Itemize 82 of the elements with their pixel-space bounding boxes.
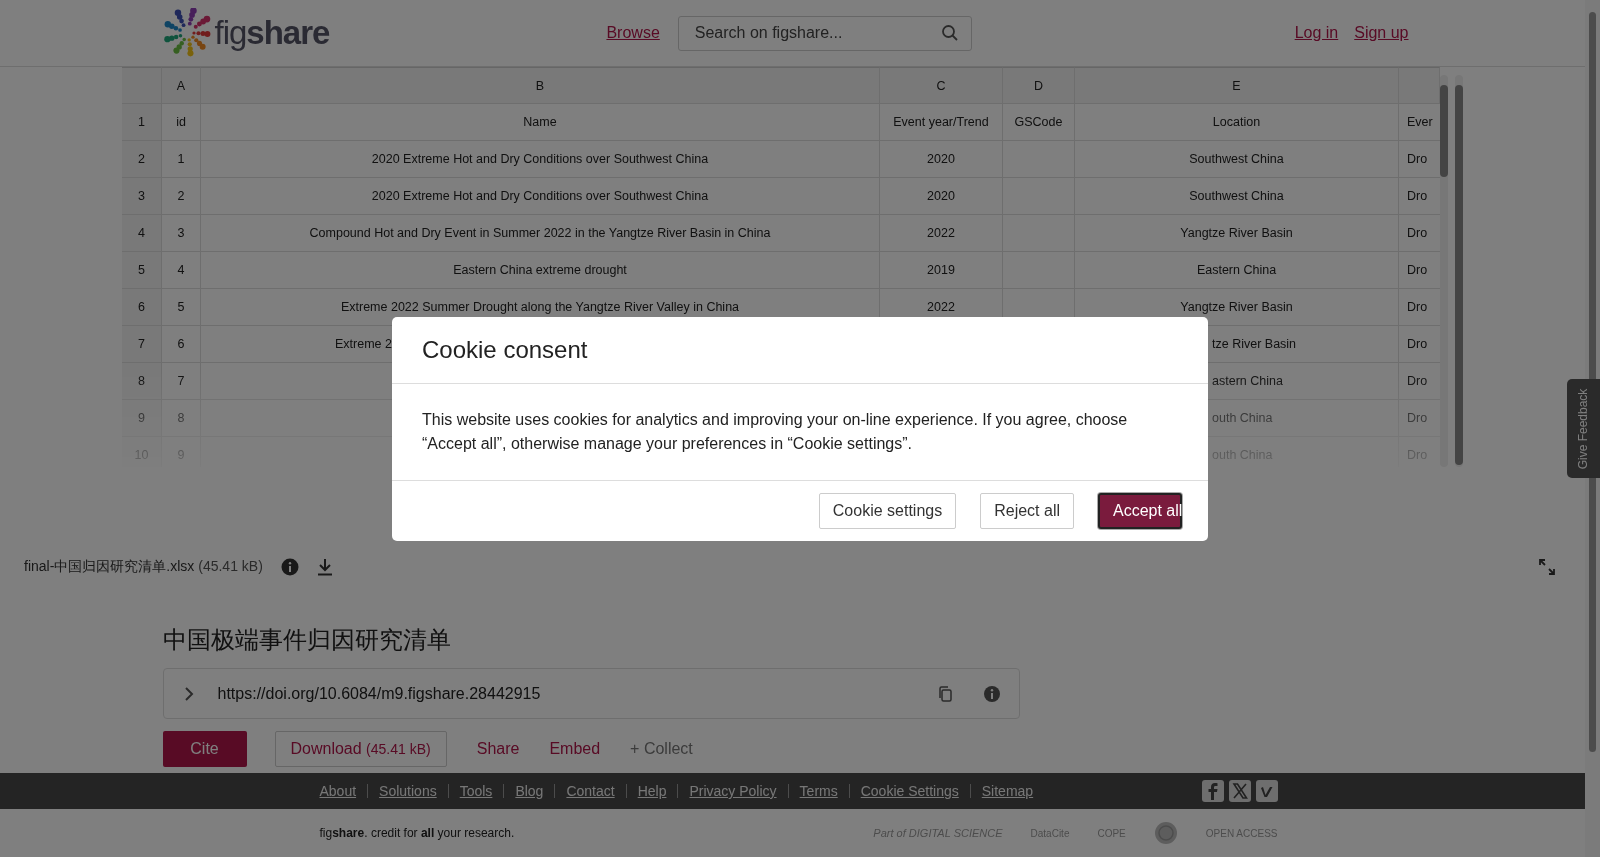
feedback-tab[interactable]: Give Feedback xyxy=(1567,379,1600,478)
row-header: 5 xyxy=(122,252,162,289)
table-cell: Event year/Trend xyxy=(880,104,1003,141)
dialog-button[interactable]: Reject all xyxy=(980,493,1074,529)
collect-button[interactable]: + Collect xyxy=(615,731,708,767)
doi-link[interactable]: https://doi.org/10.6084/m9.figshare.28442915 xyxy=(217,684,541,703)
footer-link[interactable]: Help xyxy=(637,783,667,799)
logo-text[interactable]: figshare xyxy=(214,14,330,52)
footer-link[interactable]: Cookie Settings xyxy=(860,783,959,799)
row-header: 9 xyxy=(122,400,162,437)
table-cell: Yangtze River Basin xyxy=(1075,215,1399,252)
footer-link[interactable]: About xyxy=(319,783,357,799)
facebook-icon[interactable] xyxy=(1201,780,1224,802)
row-header: 3 xyxy=(122,178,162,215)
table-cell: 2 xyxy=(162,178,201,215)
footer-link[interactable]: Solutions xyxy=(379,783,437,799)
download-button[interactable]: Download (45.41 kB) xyxy=(274,731,447,767)
table-cell: 2020 xyxy=(880,141,1003,178)
login-link[interactable]: Log in xyxy=(1294,24,1339,42)
info-icon[interactable] xyxy=(982,684,1001,703)
browse-link[interactable]: Browse xyxy=(606,24,660,42)
table-cell: 6 xyxy=(162,326,201,363)
table-cell: 7 xyxy=(162,363,201,400)
row-header: 2 xyxy=(122,141,162,178)
table-cell: Location xyxy=(1075,104,1399,141)
footer-link[interactable]: Blog xyxy=(515,783,544,799)
table-cell: Southwest China xyxy=(1075,178,1399,215)
footer-link[interactable]: Tools xyxy=(459,783,493,799)
table-cell: Eastern China extreme drought xyxy=(201,252,880,289)
action-link[interactable]: Embed xyxy=(534,731,616,767)
download-icon[interactable] xyxy=(316,558,333,576)
signup-link[interactable]: Sign up xyxy=(1354,24,1409,42)
footer-link[interactable]: Contact xyxy=(566,783,615,799)
table-cell: 1 xyxy=(162,141,201,178)
copy-icon[interactable] xyxy=(936,684,953,703)
row-header: 4 xyxy=(122,215,162,252)
chevron-icon[interactable] xyxy=(183,685,194,702)
dialog-button[interactable]: Cookie settings xyxy=(818,493,957,529)
accept-button[interactable]: Accept all xyxy=(1098,493,1182,529)
tagline: figshare. credit for all your research. xyxy=(319,826,515,840)
table-cell: id xyxy=(162,104,201,141)
row-header: 6 xyxy=(122,289,162,326)
fullscreen-icon[interactable] xyxy=(1539,559,1555,575)
table-cell: Name xyxy=(201,104,880,141)
table-cell: 2019 xyxy=(880,252,1003,289)
file-name: final-中国归因研究清单.xlsx (45.41 kB) xyxy=(24,558,263,576)
table-cell: 8 xyxy=(162,400,201,437)
scrollbar[interactable] xyxy=(1455,75,1463,467)
column-header: A xyxy=(162,67,201,104)
table-cell: 2022 xyxy=(880,215,1003,252)
item-title: 中国极端事件归因研究清单 xyxy=(162,625,452,655)
column-header: D xyxy=(1003,67,1075,104)
column-header: E xyxy=(1075,67,1399,104)
search-icon[interactable] xyxy=(940,24,959,42)
table-cell: Southwest China xyxy=(1075,141,1399,178)
table-cell: 3 xyxy=(162,215,201,252)
x-icon[interactable] xyxy=(1228,780,1251,802)
dialog-title: Cookie consent xyxy=(422,336,588,364)
seal-icon[interactable] xyxy=(1153,821,1178,845)
footer-link[interactable]: Terms xyxy=(799,783,838,799)
table-cell: 5 xyxy=(162,289,201,326)
column-header: B xyxy=(201,67,880,104)
table-cell: Compound Hot and Dry Event in Summer 2022 in the Yangtze River Basin in China xyxy=(201,215,880,252)
column-header: C xyxy=(880,67,1003,104)
table-cell: 4 xyxy=(162,252,201,289)
info-icon[interactable] xyxy=(280,558,299,576)
table-cell: 2020 Extreme Hot and Dry Conditions over Southwest China xyxy=(201,141,880,178)
table-cell: 2020 Extreme Hot and Dry Conditions over Southwest China xyxy=(201,178,880,215)
row-header: 8 xyxy=(122,363,162,400)
logo-icon xyxy=(162,8,213,58)
row-header: 1 xyxy=(122,104,162,141)
vimeo-icon[interactable] xyxy=(1255,780,1278,802)
footer-link[interactable]: Privacy Policy xyxy=(689,783,777,799)
table-cell: GSCode xyxy=(1003,104,1075,141)
table-cell: Eastern China xyxy=(1075,252,1399,289)
row-header: 7 xyxy=(122,326,162,363)
cite-button[interactable]: Cite xyxy=(162,731,247,767)
search-box[interactable]: Search on figshare... xyxy=(677,15,972,51)
table-cell: 2020 xyxy=(880,178,1003,215)
action-link[interactable]: Share xyxy=(461,731,535,767)
footer-link[interactable]: Sitemap xyxy=(981,783,1034,799)
scrollbar[interactable] xyxy=(1440,75,1448,467)
